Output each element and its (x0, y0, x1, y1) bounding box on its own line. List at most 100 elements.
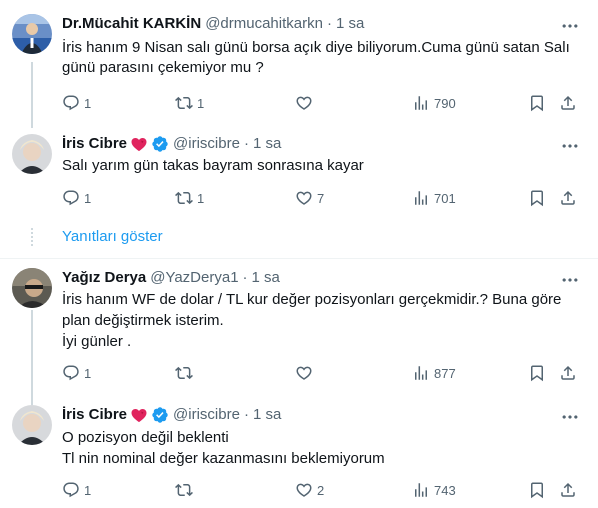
timestamp[interactable]: 1 sa (253, 405, 281, 425)
heart-badge-icon (130, 135, 148, 153)
reply-button[interactable]: 1 (62, 188, 91, 208)
tweet-text: O pozisyon değil beklenti Tl nin nominal… (62, 429, 385, 467)
reply-button[interactable]: 1 (62, 480, 91, 500)
tweet-actions: 1 2 743 (62, 480, 578, 500)
like-button[interactable] (295, 363, 317, 383)
bookmark-icon (528, 364, 546, 382)
views-button[interactable]: 743 (412, 480, 456, 500)
views-icon (412, 364, 430, 382)
more-icon[interactable] (560, 407, 580, 427)
timestamp[interactable]: 1 sa (253, 134, 281, 154)
like-icon (295, 481, 313, 499)
reply-icon (62, 94, 80, 112)
tweet-actions: 1 1 7 701 (62, 188, 578, 208)
timestamp[interactable]: 1 sa (336, 14, 364, 34)
avatar[interactable] (12, 268, 52, 308)
tweet[interactable]: Dr.Mücahit KARKİN @drmucahitkarkn · 1 sa… (0, 14, 598, 114)
timestamp[interactable]: 1 sa (252, 268, 280, 288)
like-button[interactable] (295, 93, 317, 113)
avatar[interactable] (12, 134, 52, 174)
share-icon (559, 94, 577, 112)
heart-badge-icon (130, 406, 148, 424)
reply-count: 1 (84, 365, 92, 381)
retweet-button[interactable]: 1 (175, 188, 204, 208)
more-icon[interactable] (560, 136, 580, 156)
separator-dot: · (242, 269, 248, 286)
share-button[interactable] (559, 480, 577, 500)
author-handle[interactable]: @iriscibre (173, 134, 240, 154)
author-handle[interactable]: @iriscibre (173, 405, 240, 425)
retweet-icon (175, 94, 193, 112)
share-icon (559, 364, 577, 382)
author-name[interactable]: Dr.Mücahit KARKİN (62, 14, 201, 34)
separator-dot: · (243, 135, 249, 152)
bookmark-icon (528, 94, 546, 112)
verified-icon[interactable] (151, 406, 169, 424)
share-button[interactable] (559, 363, 577, 383)
reply-count: 1 (84, 95, 92, 111)
retweet-button[interactable] (175, 363, 197, 383)
views-count: 790 (434, 95, 456, 111)
like-count: 7 (317, 190, 325, 206)
author-handle[interactable]: @YazDerya1 (150, 268, 238, 288)
like-button[interactable]: 7 (295, 188, 324, 208)
share-button[interactable] (559, 93, 577, 113)
retweet-icon (175, 189, 193, 207)
bookmark-icon (528, 481, 546, 499)
show-replies-link[interactable]: Yanıtları göster (62, 228, 163, 245)
author-name[interactable]: İris Cibre (62, 134, 127, 154)
separator-dot: · (243, 406, 249, 423)
tweet[interactable]: İris Cibre @iriscibre · 1 sa O pozisyon … (0, 405, 598, 505)
tweet-actions: 1 1 790 (62, 93, 578, 113)
tweet-actions: 1 877 (62, 363, 578, 383)
views-button[interactable]: 701 (412, 188, 456, 208)
views-count: 743 (434, 482, 456, 498)
like-button[interactable]: 2 (295, 480, 324, 500)
retweet-count: 1 (197, 95, 205, 111)
bookmark-button[interactable] (528, 480, 546, 500)
divider (0, 258, 598, 259)
retweet-button[interactable]: 1 (175, 93, 204, 113)
retweet-icon (175, 364, 193, 382)
bookmark-button[interactable] (528, 363, 546, 383)
tweet-header: Dr.Mücahit KARKİN @drmucahitkarkn · 1 sa (62, 14, 364, 34)
share-button[interactable] (559, 188, 577, 208)
views-count: 701 (434, 190, 456, 206)
reply-count: 1 (84, 482, 92, 498)
like-icon (295, 189, 313, 207)
retweet-count: 1 (197, 190, 205, 206)
author-handle[interactable]: @drmucahitkarkn (205, 14, 323, 34)
views-icon (412, 481, 430, 499)
tweet-header: İris Cibre @iriscibre · 1 sa (62, 405, 281, 425)
more-icon[interactable] (560, 270, 580, 290)
views-icon (412, 94, 430, 112)
verified-icon[interactable] (151, 135, 169, 153)
more-icon[interactable] (560, 16, 580, 36)
tweet[interactable]: Yağız Derya @YazDerya1 · 1 sa İris hanım… (0, 268, 598, 388)
share-icon (559, 481, 577, 499)
tweet-text: İris hanım WF de dolar / TL kur değer po… (62, 291, 562, 350)
views-button[interactable]: 790 (412, 93, 456, 113)
dotted-thread-indicator (31, 228, 35, 246)
bookmark-button[interactable] (528, 188, 546, 208)
like-count: 2 (317, 482, 325, 498)
reply-button[interactable]: 1 (62, 363, 91, 383)
tweet-text: Salı yarım gün takas bayram sonrasına ka… (62, 157, 364, 174)
bookmark-button[interactable] (528, 93, 546, 113)
avatar[interactable] (12, 405, 52, 445)
separator-dot: · (326, 15, 332, 32)
retweet-icon (175, 481, 193, 499)
tweet-text: İris hanım 9 Nisan salı günü borsa açık … (62, 39, 570, 76)
tweet[interactable]: İris Cibre @iriscibre · 1 sa Salı yarım … (0, 134, 598, 224)
views-icon (412, 189, 430, 207)
author-name[interactable]: Yağız Derya (62, 268, 146, 288)
like-icon (295, 364, 313, 382)
like-icon (295, 94, 313, 112)
views-count: 877 (434, 365, 456, 381)
retweet-button[interactable] (175, 480, 197, 500)
author-name[interactable]: İris Cibre (62, 405, 127, 425)
reply-button[interactable]: 1 (62, 93, 91, 113)
avatar[interactable] (12, 14, 52, 54)
bookmark-icon (528, 189, 546, 207)
views-button[interactable]: 877 (412, 363, 456, 383)
